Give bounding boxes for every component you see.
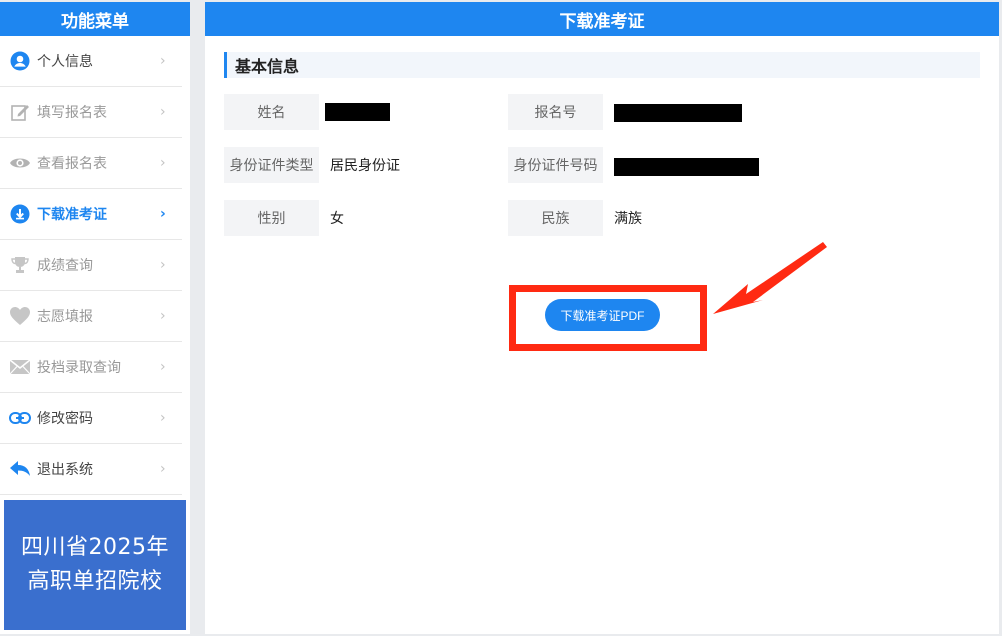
sidebar-item-logout[interactable]: 退出系统 › [0,444,182,495]
sidebar-item-download-ticket[interactable]: 下载准考证 › [0,189,182,240]
link-icon [9,407,31,429]
sidebar-item-label: 查看报名表 [37,156,107,172]
sidebar-item-volunteer-fill[interactable]: 志愿填报 › [0,291,182,342]
page-title: 下载准考证 [205,2,999,36]
sidebar-item-view-form[interactable]: 查看报名表 › [0,138,182,189]
chevron-right-icon: › [160,257,166,273]
envelope-icon [9,356,31,378]
sidebar-item-label: 下载准考证 [37,207,107,223]
red-arrow-icon [713,242,827,314]
main-panel: 下载准考证 基本信息 姓名 报名号 身份证件类型 居民身份证 身份证件号码 性别… [205,2,999,634]
promo-banner[interactable]: 四川省2025年 高职单招院校 [4,500,186,630]
sidebar-item-label: 投档录取查询 [37,360,121,376]
chevron-right-icon: › [160,104,166,120]
user-circle-icon [9,50,31,72]
id-type-value: 居民身份证 [330,158,400,174]
sidebar-item-change-password[interactable]: 修改密码 › [0,393,182,444]
section-title: 基本信息 [224,52,980,78]
sidebar-item-label: 填写报名表 [37,105,107,121]
download-ticket-pdf-button[interactable]: 下载准考证PDF [545,299,660,331]
sidebar-item-label: 退出系统 [37,462,93,478]
promo-line-2: 高职单招院校 [27,569,163,594]
reg-no-redacted [614,104,742,122]
sidebar-item-label: 修改密码 [37,411,93,427]
gender-label: 性别 [224,200,319,236]
chevron-right-icon: › [160,359,166,375]
cloud-download-icon [9,203,31,225]
eye-icon [9,152,31,174]
heart-icon [9,305,31,327]
id-no-label: 身份证件号码 [508,147,603,183]
sidebar-item-label: 志愿填报 [37,309,93,325]
reg-no-label: 报名号 [508,94,603,130]
sidebar-menu: 个人信息 › 填写报名表 › 查看报名表 › 下载准考证 › 成绩查询 › 志愿… [0,36,190,495]
id-type-label: 身份证件类型 [224,147,319,183]
sidebar-item-label: 个人信息 [37,54,93,70]
promo-line-1: 四川省2025年 [21,535,169,560]
name-label: 姓名 [224,94,319,130]
chevron-right-icon: › [160,461,166,477]
sidebar-item-admission-query[interactable]: 投档录取查询 › [0,342,182,393]
sidebar-title: 功能菜单 [0,2,190,36]
sidebar-item-label: 成绩查询 [37,258,93,274]
reply-arrow-icon [9,458,31,480]
edit-icon [9,101,31,123]
chevron-right-icon: › [160,155,166,171]
ethnicity-label: 民族 [508,200,603,236]
sidebar: 功能菜单 个人信息 › 填写报名表 › 查看报名表 › 下载准考证 › 成绩查询… [0,2,190,634]
sidebar-item-fill-form[interactable]: 填写报名表 › [0,87,182,138]
chevron-right-icon: › [160,410,166,426]
chevron-right-icon: › [160,206,166,222]
ethnicity-value: 满族 [614,211,642,227]
name-redacted [325,103,390,121]
chevron-right-icon: › [160,53,166,69]
chevron-right-icon: › [160,308,166,324]
trophy-icon [9,254,31,276]
gender-value: 女 [330,211,344,227]
id-no-redacted [614,158,759,176]
sidebar-item-personal-info[interactable]: 个人信息 › [0,36,182,87]
sidebar-item-score-query[interactable]: 成绩查询 › [0,240,182,291]
